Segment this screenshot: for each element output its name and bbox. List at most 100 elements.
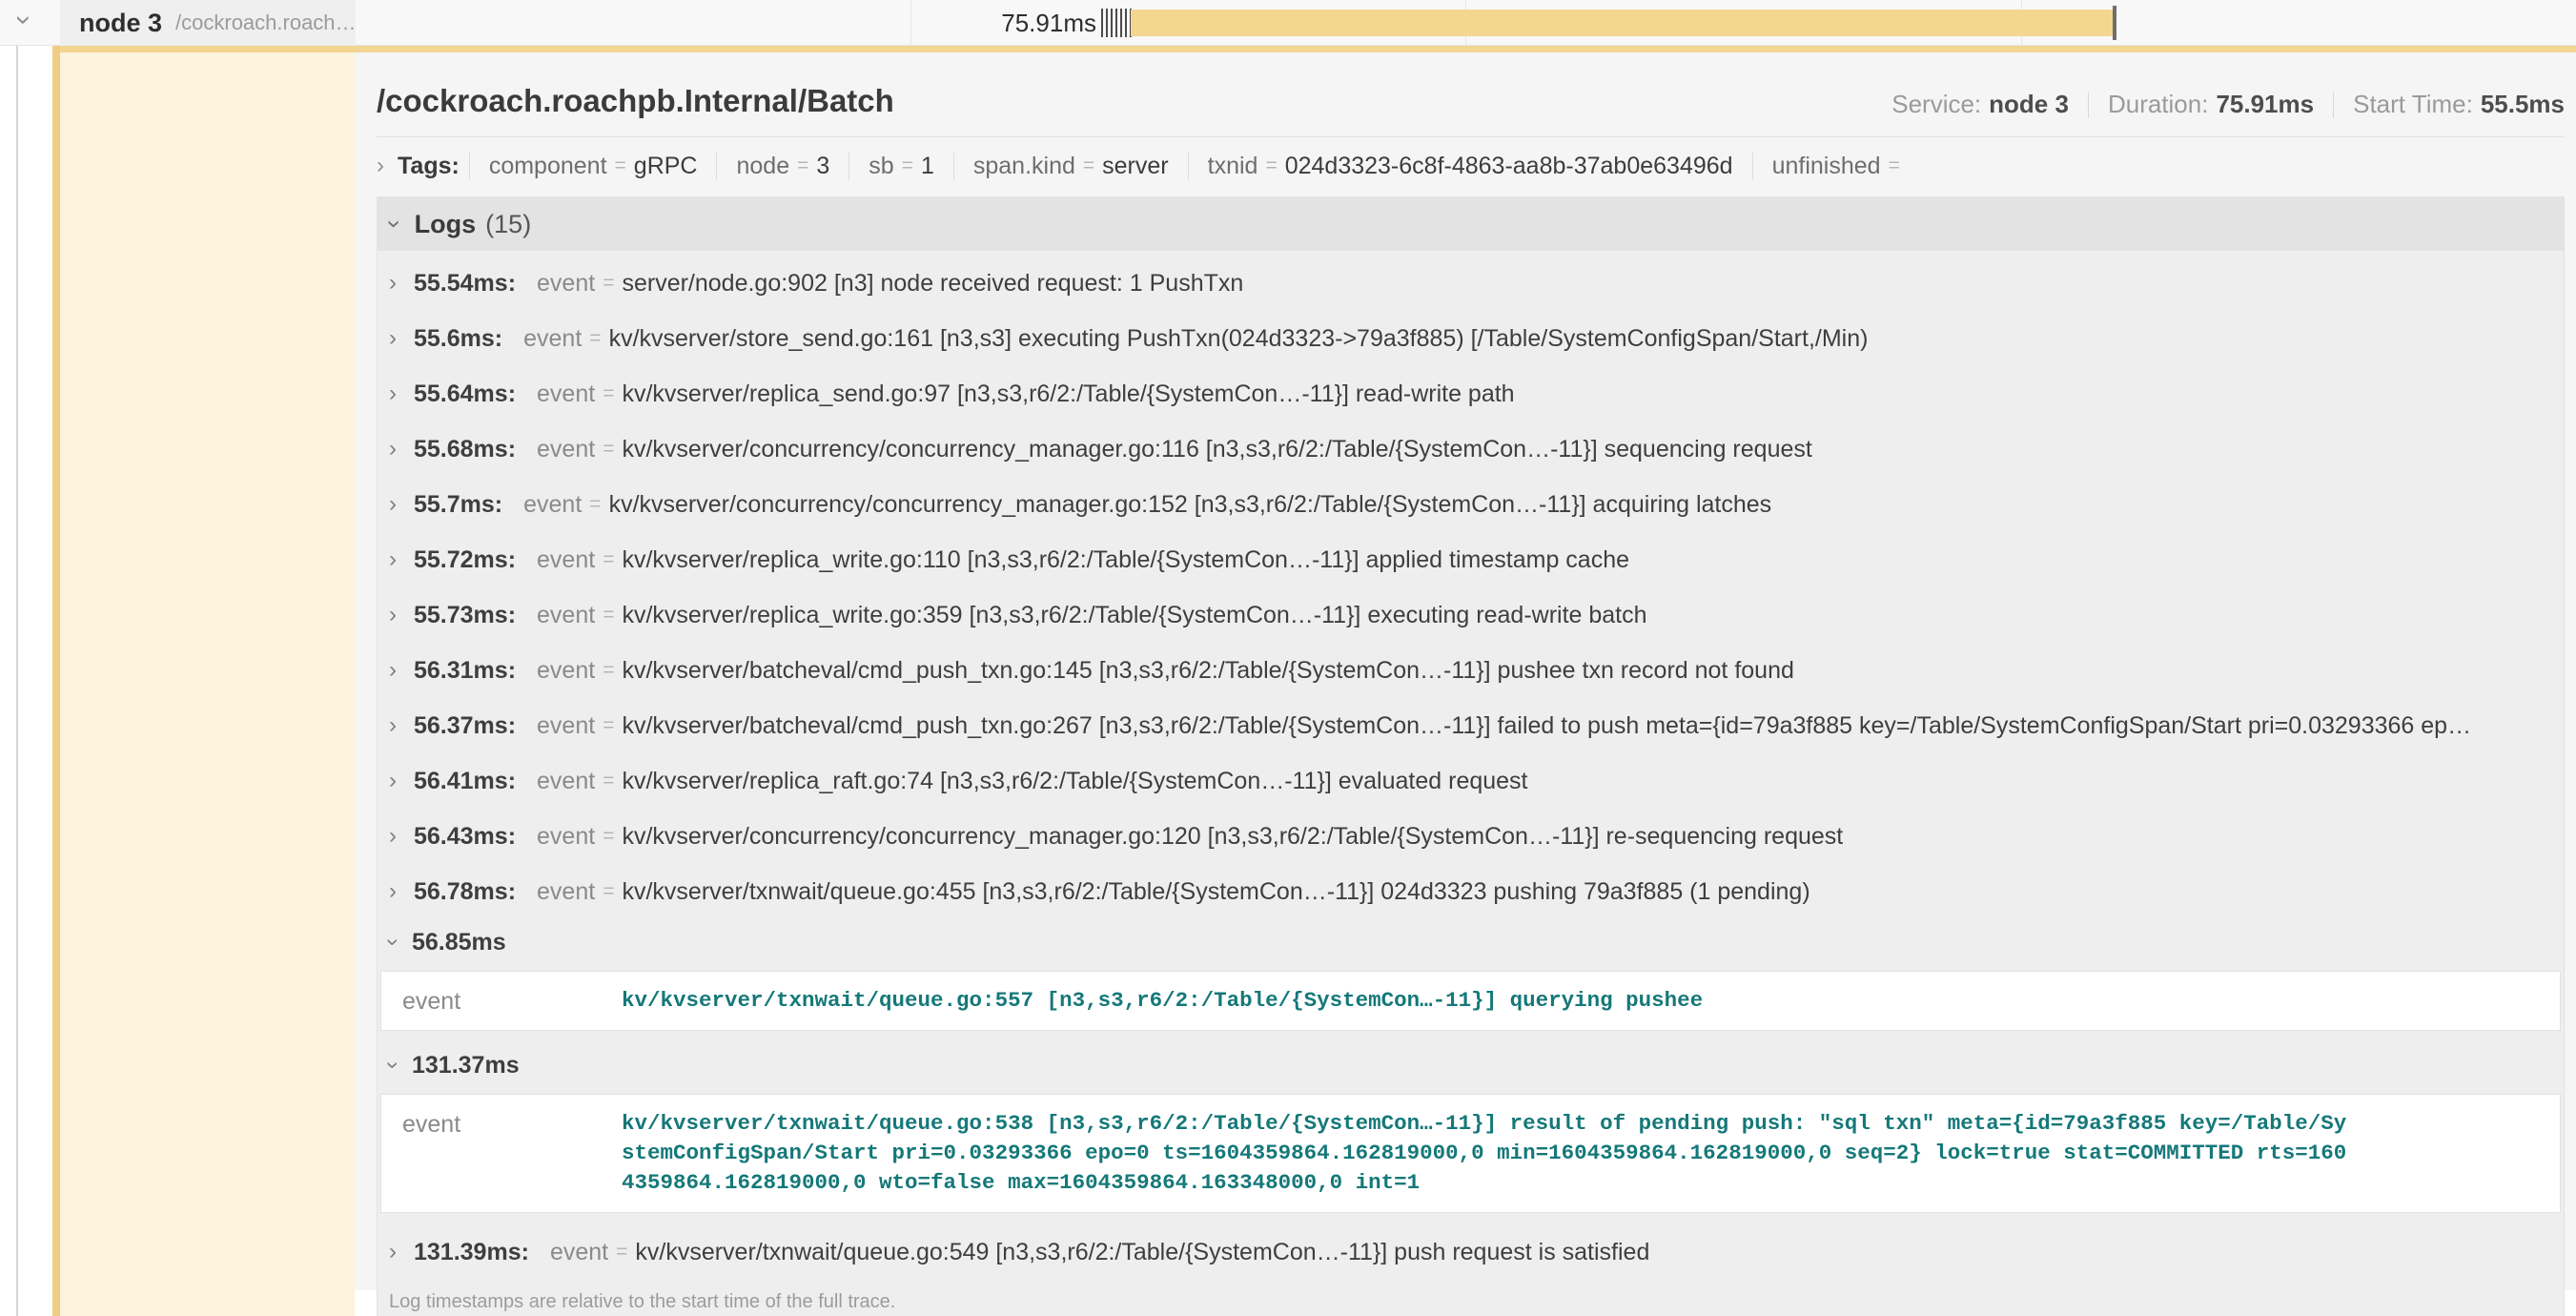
span-timeline-row: › node 3 /cockroach.roach… 75.91ms (0, 0, 2576, 46)
tag-key: span.kind (973, 153, 1075, 180)
log-detail-box: event kv/kvserver/txnwait/queue.go:557 [… (380, 971, 2561, 1031)
chevron-right-icon: › (389, 770, 397, 792)
log-row[interactable]: › 55.6ms: event = kv/kvserver/store_send… (378, 311, 2564, 366)
log-timestamp: 56.31ms: (414, 657, 516, 685)
log-row[interactable]: › 55.7ms: event = kv/kvserver/concurrenc… (378, 477, 2564, 532)
equals-sign: = (603, 604, 614, 627)
log-field-key: event (537, 380, 595, 408)
log-row[interactable]: › 131.39ms: event = kv/kvserver/txnwait/… (378, 1224, 2564, 1280)
log-field-value: kv/kvserver/replica_write.go:359 [n3,s3,… (622, 602, 1646, 629)
log-row[interactable]: › 55.54ms: event = server/node.go:902 [n… (378, 256, 2564, 311)
log-timestamp: 56.85ms (412, 929, 506, 956)
meta-divider (2333, 92, 2334, 118)
log-field-value: kv/kvserver/txnwait/queue.go:455 [n3,s3,… (622, 878, 1809, 906)
equals-sign: = (589, 327, 601, 350)
equals-sign: = (603, 880, 614, 903)
log-timestamp: 55.64ms: (414, 380, 516, 408)
start-time-label: Start Time: (2353, 90, 2473, 119)
log-tick-marks (1101, 9, 1133, 37)
tag-value: 024d3323-6c8f-4863-aa8b-37ab0e63496d (1285, 153, 1733, 180)
logs-header[interactable]: › Logs (15) (378, 197, 2564, 251)
log-field-value: kv/kvserver/replica_write.go:110 [n3,s3,… (622, 546, 1629, 574)
chevron-right-icon[interactable]: › (377, 154, 384, 177)
tag-value: gRPC (634, 153, 698, 180)
log-field-key: event (537, 602, 595, 629)
tags-section[interactable]: › Tags: component = gRPC node = 3 sb = 1… (377, 139, 2565, 193)
chevron-right-icon: › (389, 548, 397, 571)
duration-value: 75.91ms (2216, 90, 2314, 119)
log-timestamp: 56.78ms: (414, 878, 516, 906)
tag-key: node (736, 153, 789, 180)
equals-sign: = (603, 770, 614, 792)
log-field-value: kv/kvserver/txnwait/queue.go:557 [n3,s3,… (622, 986, 1703, 1016)
log-timestamp: 55.73ms: (414, 602, 516, 629)
log-field-key: event (537, 823, 595, 851)
log-row[interactable]: › 55.72ms: event = kv/kvserver/replica_w… (378, 532, 2564, 587)
tag-value: 3 (816, 153, 829, 180)
log-row[interactable]: › 56.78ms: event = kv/kvserver/txnwait/q… (378, 864, 2564, 919)
equals-sign: = (797, 154, 808, 177)
log-field-value: kv/kvserver/concurrency/concurrency_mana… (622, 436, 1811, 463)
span-title: /cockroach.roachpb.Internal/Batch (377, 83, 894, 119)
chevron-right-icon: › (389, 272, 397, 295)
logs-footer-note: Log timestamps are relative to the start… (378, 1280, 2564, 1316)
log-field-value: kv/kvserver/concurrency/concurrency_mana… (609, 491, 1772, 519)
span-operation-name: /cockroach.roach… (175, 10, 356, 35)
log-timestamp: 55.72ms: (414, 546, 516, 574)
tag-key: unfinished (1772, 153, 1881, 180)
log-row[interactable]: › 56.41ms: event = kv/kvserver/replica_r… (378, 753, 2564, 809)
span-service-name: node 3 (79, 9, 162, 38)
collapse-children-icon[interactable]: › (10, 15, 38, 25)
span-duration-bar[interactable] (1131, 10, 2113, 36)
equals-sign: = (603, 382, 614, 405)
log-row[interactable]: › 56.37ms: event = kv/kvserver/batcheval… (378, 698, 2564, 753)
log-row[interactable]: › 55.64ms: event = kv/kvserver/replica_s… (378, 366, 2564, 422)
equals-sign: = (603, 272, 614, 295)
chevron-right-icon: › (389, 438, 397, 461)
logs-title: Logs (415, 210, 477, 239)
detail-panel-top-border (60, 46, 2576, 52)
log-row[interactable]: › 56.31ms: event = kv/kvserver/batcheval… (378, 643, 2564, 698)
span-detail-panel: /cockroach.roachpb.Internal/Batch Servic… (355, 52, 2576, 1290)
chevron-right-icon: › (389, 493, 397, 516)
chevron-right-icon: › (389, 714, 397, 737)
log-field-value: kv/kvserver/batcheval/cmd_push_txn.go:14… (622, 657, 1793, 685)
log-row-expanded-header[interactable]: › 56.85ms (378, 919, 2564, 965)
span-name-column[interactable] (60, 51, 355, 1316)
span-name-tab[interactable]: node 3 /cockroach.roach… (60, 0, 356, 46)
log-field-value: kv/kvserver/replica_raft.go:74 [n3,s3,r6… (622, 768, 1527, 795)
equals-sign: = (603, 825, 614, 848)
service-value: node 3 (1989, 90, 2069, 119)
log-row[interactable]: › 55.68ms: event = kv/kvserver/concurren… (378, 422, 2564, 477)
log-row-expanded-header[interactable]: › 131.37ms (378, 1042, 2564, 1088)
start-time-value: 55.5ms (2481, 90, 2565, 119)
log-timestamp: 56.37ms: (414, 712, 516, 740)
chevron-right-icon: › (389, 1241, 397, 1264)
log-field-key: event (402, 986, 622, 1016)
chevron-down-icon[interactable]: › (382, 220, 407, 229)
equals-sign: = (1265, 154, 1277, 177)
log-field-key: event (537, 436, 595, 463)
equals-sign: = (589, 493, 601, 516)
tag-value: 1 (921, 153, 934, 180)
title-divider (377, 136, 2565, 137)
log-field-value: kv/kvserver/store_send.go:161 [n3,s3] ex… (609, 325, 1869, 353)
span-bar-end-marker (2113, 6, 2116, 40)
log-row[interactable]: › 56.43ms: event = kv/kvserver/concurren… (378, 809, 2564, 864)
log-timestamp: 55.54ms: (414, 270, 516, 298)
log-row[interactable]: › 55.73ms: event = kv/kvserver/replica_w… (378, 587, 2564, 643)
span-accent-stripe (52, 0, 60, 1316)
chevron-right-icon: › (389, 327, 397, 350)
chevron-down-icon: › (381, 938, 404, 946)
chevron-right-icon: › (389, 825, 397, 848)
tags-label: Tags: (398, 153, 460, 180)
chevron-down-icon: › (381, 1061, 404, 1069)
log-timestamp: 55.6ms: (414, 325, 502, 353)
equals-sign: = (616, 1241, 627, 1264)
span-duration-label: 75.91ms (356, 0, 1096, 46)
equals-sign: = (1889, 154, 1900, 177)
log-field-value: kv/kvserver/replica_send.go:97 [n3,s3,r6… (622, 380, 1514, 408)
meta-divider (2088, 92, 2089, 118)
tag-key: txnid (1208, 153, 1258, 180)
span-timeline[interactable]: 75.91ms (356, 0, 2576, 46)
